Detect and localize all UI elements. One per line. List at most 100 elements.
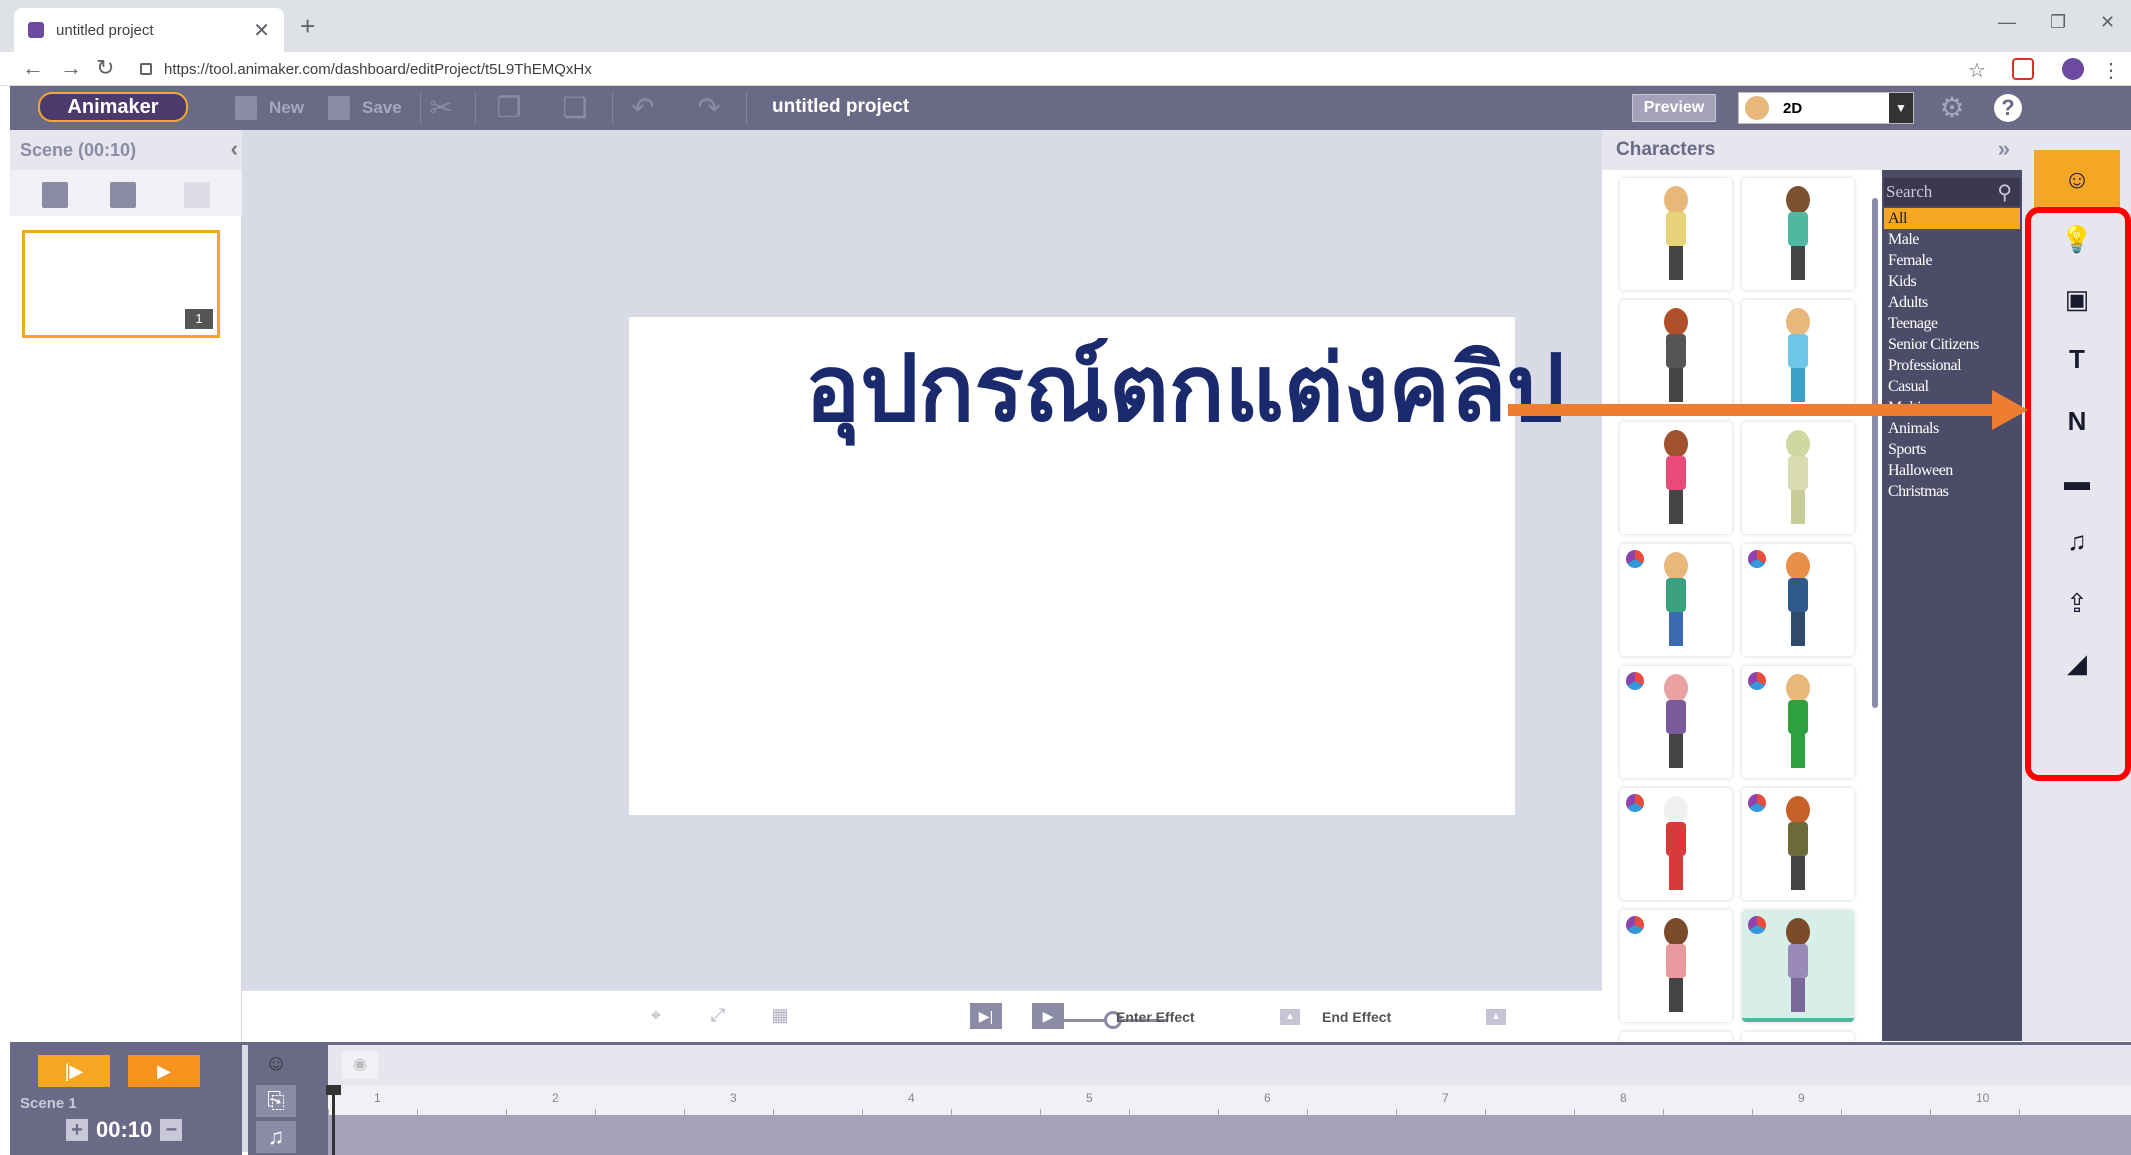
playhead[interactable] [326,1085,341,1155]
timeline-controls: |▶ ▶ Scene 1 + 00:10 − [10,1045,242,1155]
project-title[interactable]: untitled project [772,96,909,118]
character-card[interactable] [1620,788,1732,900]
browser-tab[interactable]: untitled project ✕ [14,8,284,52]
extension-icon[interactable] [2012,58,2034,80]
character-card[interactable] [1742,1032,1854,1041]
character-card[interactable] [1620,666,1732,778]
gear-icon[interactable]: ⚙ [1938,94,1966,122]
color-options-icon [1748,672,1766,690]
scene-thumbnail[interactable]: 1 [22,230,220,338]
character-card[interactable] [1620,544,1732,656]
character-card[interactable] [1620,422,1732,534]
save-button[interactable]: Save [328,94,402,122]
category-item[interactable]: Kids [1884,271,2020,292]
play-from-start-button[interactable]: |▶ [38,1055,110,1087]
character-card-selected[interactable] [1742,910,1854,1022]
character-card[interactable] [1742,544,1854,656]
character-face-icon [1745,96,1769,120]
minimize-icon[interactable]: — [1998,12,2016,33]
end-effect-label[interactable]: End Effect [1322,1009,1391,1025]
character-card[interactable] [1620,910,1732,1022]
character-layer-icon[interactable]: ☺ [256,1047,296,1079]
undo-icon[interactable]: ↶ [628,92,658,124]
search-icon[interactable]: ⚲ [1997,180,2012,205]
forward-icon[interactable]: → [60,55,82,81]
new-button[interactable]: New [235,94,304,122]
redo-icon[interactable]: ↷ [694,92,724,124]
grid-icon[interactable]: ▦ [766,1005,794,1027]
character-card[interactable] [1742,666,1854,778]
fit-icon[interactable]: ⌖ [642,1005,670,1027]
character-card[interactable] [1742,422,1854,534]
tab-close-icon[interactable]: ✕ [253,18,270,43]
decrease-duration-button[interactable]: − [160,1119,183,1141]
reload-icon[interactable]: ↻ [96,55,114,81]
duplicate-scene-icon[interactable] [110,182,136,208]
expand-icon[interactable]: » [1998,136,2010,162]
url-field[interactable]: https://tool.animaker.com/dashboard/edit… [140,56,1940,82]
character-card[interactable] [1742,300,1854,412]
eye-icon[interactable]: ◉ [342,1051,378,1079]
duration-value: 00:10 [96,1117,153,1142]
fullscreen-icon[interactable]: ⤢ [704,1005,732,1027]
new-tab-button[interactable]: + [300,13,315,39]
back-icon[interactable]: ← [22,55,44,81]
playhead-handle[interactable] [326,1085,341,1095]
category-item[interactable]: Christmas [1884,481,2020,502]
color-options-icon [1626,794,1644,812]
delete-scene-icon[interactable] [184,182,210,208]
annotation-arrow [1508,404,1998,416]
ruler-tick-label: 3 [730,1091,737,1105]
character-icon[interactable]: ☺ [2034,150,2120,208]
category-item[interactable]: Senior Citizens [1884,334,2020,355]
color-options-icon [1748,550,1766,568]
profile-avatar-icon[interactable] [2062,58,2084,80]
play-scene-icon[interactable]: ▶| [970,1003,1002,1029]
character-card[interactable] [1620,1032,1732,1041]
ruler-tick-label: 7 [1442,1091,1449,1105]
tab-title: untitled project [56,21,154,39]
character-card[interactable] [1620,300,1732,412]
category-item[interactable]: All [1884,208,2020,229]
category-item[interactable]: Adults [1884,292,2020,313]
timeline-ruler[interactable]: 1 2 3 4 5 6 7 8 9 10 [328,1085,2131,1115]
character-card[interactable] [1742,178,1854,290]
copy-icon[interactable]: ❐ [494,92,524,124]
help-icon[interactable]: ? [1994,94,2022,122]
cut-icon[interactable]: ✂ [426,92,456,124]
timeline-tools: ☺ ⎘ ♫ [248,1045,328,1155]
category-item[interactable]: Sports [1884,439,2020,460]
timeline-scene-label: Scene 1 [20,1095,77,1112]
category-item[interactable]: Male [1884,229,2020,250]
enter-effect-arrow-icon[interactable]: ▲ [1280,1009,1300,1025]
play-icon[interactable]: ▶ [1032,1003,1064,1029]
category-item[interactable]: Teenage [1884,313,2020,334]
camera-icon[interactable]: ⎘ [256,1085,296,1117]
chevron-down-icon[interactable]: ▼ [1889,93,1913,123]
ruler-tick-label: 9 [1798,1091,1805,1105]
end-effect-arrow-icon[interactable]: ▲ [1486,1009,1506,1025]
enter-effect-label[interactable]: Enter Effect [1116,1009,1195,1025]
window-close-icon[interactable]: ✕ [2100,12,2115,33]
toolbar-divider [746,92,747,124]
play-button[interactable]: ▶ [128,1055,200,1087]
preview-button[interactable]: Preview [1632,94,1716,122]
add-scene-icon[interactable] [42,182,68,208]
increase-duration-button[interactable]: + [66,1119,88,1141]
paste-icon[interactable]: ❏ [560,92,590,124]
browser-menu-icon[interactable]: ⋮ [2100,58,2122,82]
mode-select[interactable]: 2D ▼ [1738,92,1914,124]
music-track-icon[interactable]: ♫ [256,1121,296,1153]
ruler-tick-label: 1 [374,1091,381,1105]
category-item[interactable]: Professional [1884,355,2020,376]
character-grid-scrollbar[interactable] [1872,198,1878,708]
character-search-input[interactable]: Search ⚲ [1884,178,2020,206]
collapse-chevron-icon[interactable]: ‹ [231,136,238,162]
category-item[interactable]: Female [1884,250,2020,271]
timeline-track[interactable] [328,1115,2131,1155]
character-card[interactable] [1620,178,1732,290]
category-item[interactable]: Halloween [1884,460,2020,481]
bookmark-star-icon[interactable]: ☆ [1968,58,1990,82]
restore-icon[interactable]: ❐ [2050,12,2066,33]
character-card[interactable] [1742,788,1854,900]
